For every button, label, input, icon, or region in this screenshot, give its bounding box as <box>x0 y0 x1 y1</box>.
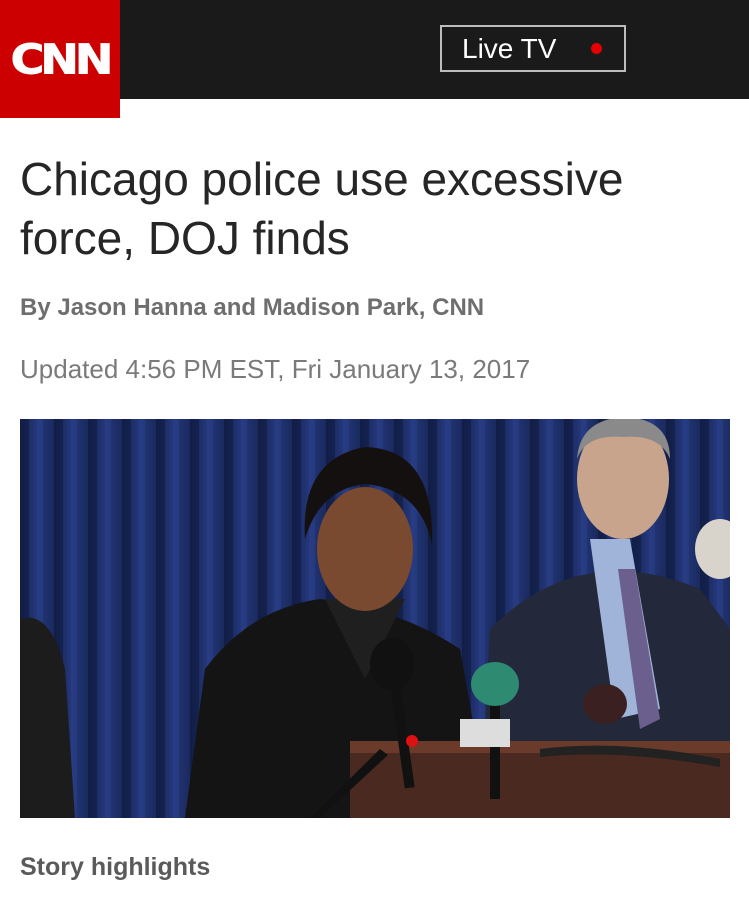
live-tv-button[interactable]: Live TV <box>440 25 626 72</box>
article-byline[interactable]: By Jason Hanna and Madison Park, CNN <box>20 294 484 322</box>
cnn-logo-text: CNN <box>10 34 114 84</box>
article-hero-photo[interactable] <box>20 419 730 818</box>
story-highlights-heading[interactable]: Story highlights <box>20 853 210 882</box>
top-navigation-bar: CNN Live TV <box>0 0 749 118</box>
article-timestamp: Updated 4:56 PM EST, Fri January 13, 201… <box>20 354 531 384</box>
live-indicator-dot-icon <box>591 43 602 54</box>
cnn-logo[interactable]: CNN <box>0 0 120 118</box>
press-conference-photo-icon <box>20 419 730 818</box>
article-headline: Chicago police use excessive force, DOJ … <box>20 153 624 264</box>
live-tv-label: Live TV <box>462 32 557 64</box>
